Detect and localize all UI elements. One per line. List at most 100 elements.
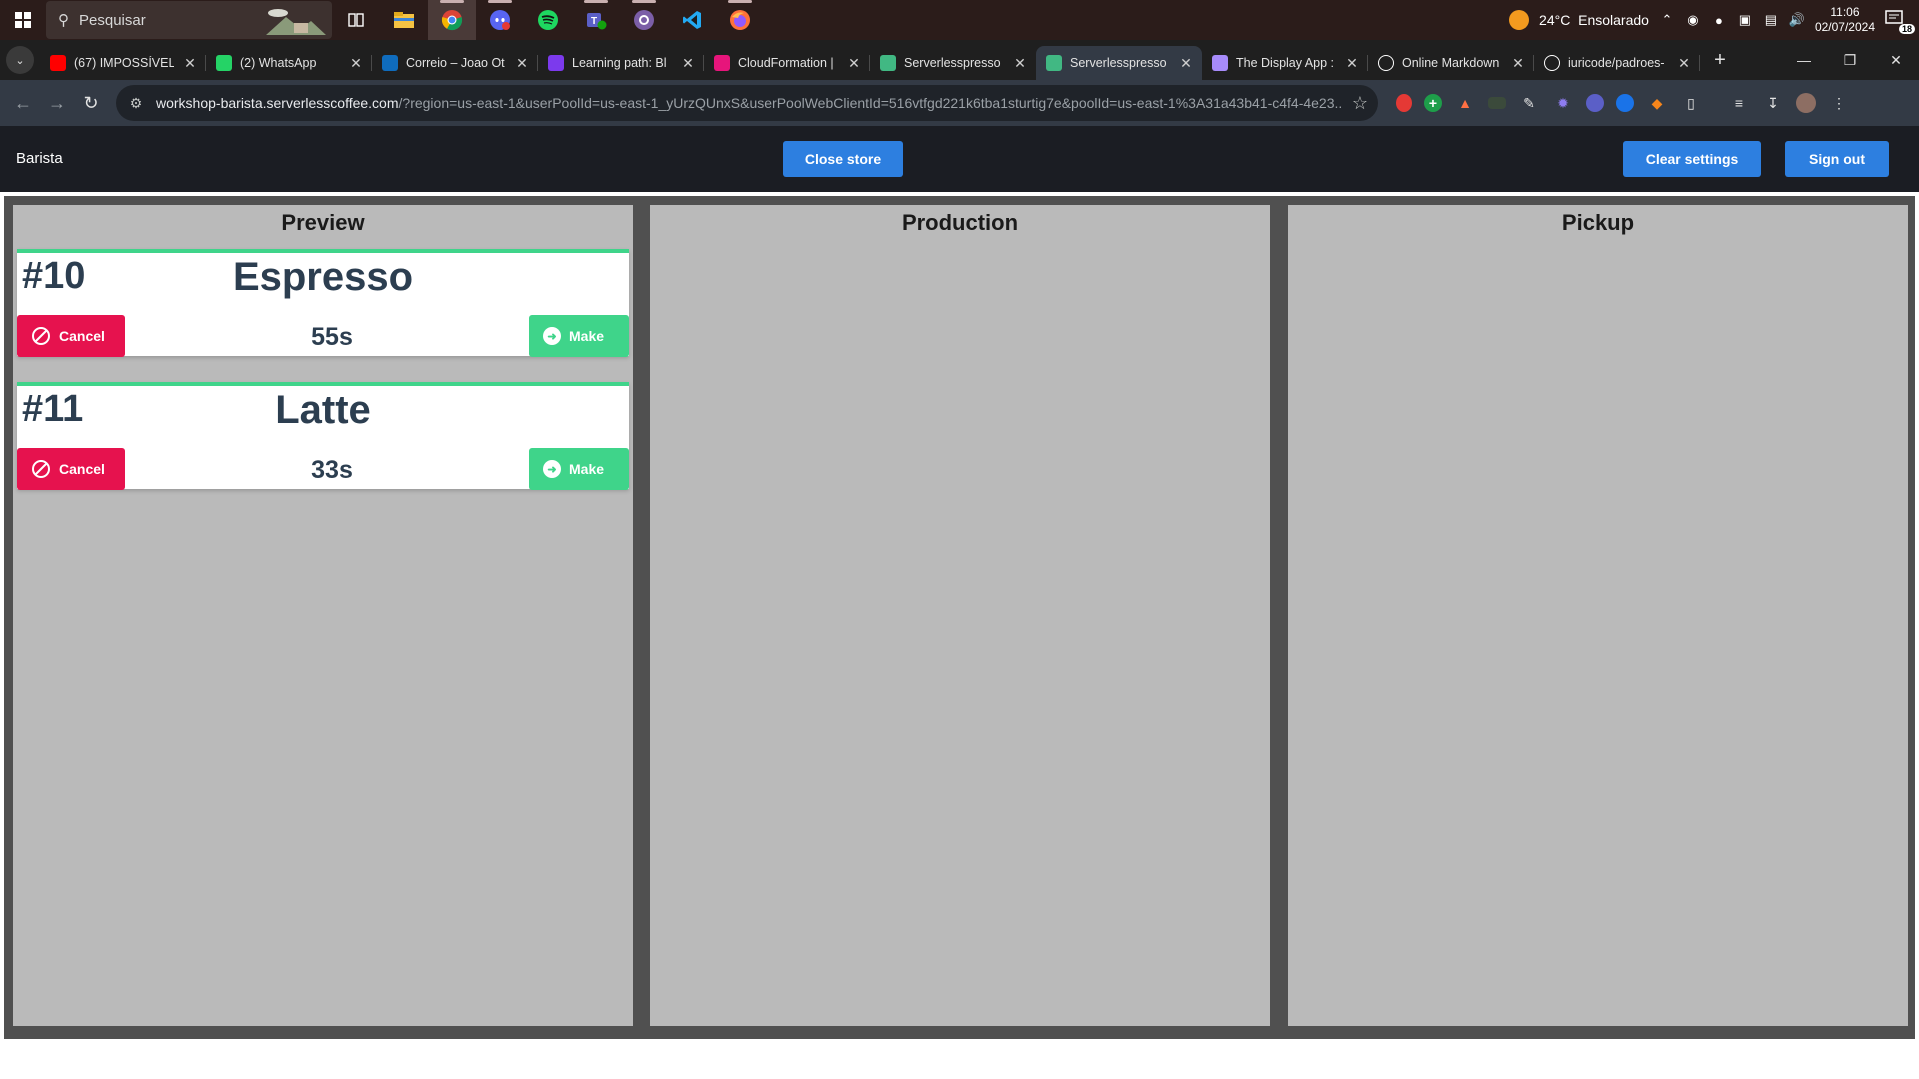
restore-icon[interactable]: ❐	[1827, 40, 1873, 80]
system-clock[interactable]: 11:06 02/07/2024	[1815, 5, 1875, 35]
circle-extension-icon[interactable]	[1586, 94, 1604, 112]
outlook-icon	[382, 55, 398, 71]
tab-title: The Display App :	[1236, 56, 1334, 70]
app-brand[interactable]: Barista	[16, 150, 63, 167]
browser-tab[interactable]: Learning path: Bl ✕	[538, 46, 704, 80]
gear-extension-icon[interactable]: ✹	[1552, 92, 1574, 114]
tab-title: Serverlesspresso V	[904, 56, 1004, 70]
close-tab-icon[interactable]: ✕	[846, 55, 862, 72]
address-url[interactable]: workshop-barista.serverlesscoffee.com/?r…	[156, 95, 1342, 111]
close-tab-icon[interactable]: ✕	[182, 55, 198, 72]
chrome-icon[interactable]	[428, 0, 476, 40]
browser-tab[interactable]: (2) WhatsApp ✕	[206, 46, 372, 80]
browser-tab[interactable]: Serverlesspresso V ✕	[870, 46, 1036, 80]
browser-tab[interactable]: The Display App : ✕	[1202, 46, 1368, 80]
discord-icon[interactable]	[476, 0, 524, 40]
preview-column-title: Preview	[281, 210, 365, 235]
tab-extension-icon[interactable]	[1488, 97, 1506, 109]
make-button[interactable]: ➜ Make	[529, 315, 629, 357]
teams-icon[interactable]: T	[572, 0, 620, 40]
fire-extension-icon[interactable]: ▲	[1454, 92, 1476, 114]
search-icon: ⚲	[58, 12, 69, 29]
github-desktop-icon[interactable]	[620, 0, 668, 40]
address-bar[interactable]: ⚙ workshop-barista.serverlesscoffee.com/…	[116, 85, 1378, 121]
close-tab-icon[interactable]: ✕	[348, 55, 364, 72]
close-tab-icon[interactable]: ✕	[1178, 55, 1194, 72]
adblock-extension-icon[interactable]	[1396, 94, 1412, 112]
app-header: Barista Close store Clear settings Sign …	[0, 126, 1919, 192]
make-label: Make	[569, 461, 605, 477]
firefox-icon[interactable]	[716, 0, 764, 40]
production-column: Production	[650, 205, 1270, 1026]
avatar[interactable]	[1796, 93, 1816, 113]
clock-time: 11:06	[1830, 5, 1860, 19]
new-tab-icon[interactable]: +	[1704, 49, 1736, 72]
tab-title: Online Markdown	[1402, 56, 1500, 70]
close-tab-icon[interactable]: ✕	[1012, 55, 1028, 72]
cloudformation-icon	[714, 55, 730, 71]
screen-share-icon[interactable]: ▣	[1737, 12, 1753, 28]
close-store-button[interactable]: Close store	[783, 141, 903, 177]
tab-title: iuricode/padroes-	[1568, 56, 1665, 70]
spotify-icon[interactable]	[524, 0, 572, 40]
vscode-icon[interactable]	[668, 0, 716, 40]
make-label: Make	[569, 328, 605, 344]
browser-tab[interactable]: Online Markdown ✕	[1368, 46, 1534, 80]
add-extension-icon[interactable]: +	[1424, 94, 1442, 112]
back-icon[interactable]: ←	[6, 86, 40, 120]
reload-icon[interactable]: ↻	[74, 86, 108, 120]
tab-title: (2) WhatsApp	[240, 56, 317, 70]
order-board: Preview Espresso #10 Cancel 55s ➜ Make L…	[4, 196, 1915, 1039]
eyedropper-extension-icon[interactable]: ✎	[1518, 92, 1540, 114]
close-tab-icon[interactable]: ✕	[1344, 55, 1360, 72]
sign-out-button[interactable]: Sign out	[1785, 141, 1889, 177]
search-highlight-art-icon	[266, 9, 326, 35]
forward-icon[interactable]: →	[40, 86, 74, 120]
extensions-puzzle-icon[interactable]: ▯	[1680, 92, 1702, 114]
preview-column: Preview Espresso #10 Cancel 55s ➜ Make L…	[13, 205, 633, 1026]
taskbar-search[interactable]: ⚲ Pesquisar	[46, 1, 332, 39]
clear-settings-button[interactable]: Clear settings	[1623, 141, 1761, 177]
file-explorer-icon[interactable]	[380, 0, 428, 40]
close-tab-icon[interactable]: ✕	[680, 55, 696, 72]
site-info-icon[interactable]: ⚙	[126, 95, 146, 112]
minimize-icon[interactable]: —	[1781, 40, 1827, 80]
youtube-icon	[50, 55, 66, 71]
chrome-menu-icon[interactable]: ⋮	[1828, 92, 1850, 114]
arrow-right-icon: ➜	[543, 460, 561, 478]
tab-title: Learning path: Bl	[572, 56, 667, 70]
browser-tab[interactable]: Correio – Joao Ot ✕	[372, 46, 538, 80]
close-tab-icon[interactable]: ✕	[1510, 55, 1526, 72]
weather-sun-icon[interactable]	[1509, 10, 1530, 30]
browser-tab[interactable]: CloudFormation | ✕	[704, 46, 870, 80]
tab-search-icon[interactable]: ⌄	[6, 46, 34, 74]
weather-text[interactable]: 24°C Ensolarado	[1539, 12, 1649, 28]
url-host: workshop-barista.serverlesscoffee.com	[156, 95, 399, 111]
media-control-icon[interactable]: ≡	[1728, 92, 1750, 114]
make-button[interactable]: ➜ Make	[529, 448, 629, 490]
browser-tab[interactable]: Serverlesspresso V ✕	[1036, 46, 1202, 80]
chevron-up-icon[interactable]: ⌃	[1659, 12, 1675, 28]
github-icon	[1544, 55, 1560, 71]
fox-extension-icon[interactable]: ◆	[1646, 92, 1668, 114]
order-number: #11	[22, 388, 84, 430]
microphone-icon[interactable]: ●	[1711, 12, 1727, 28]
volume-icon[interactable]: 🔊	[1789, 12, 1805, 28]
download-icon[interactable]: ↧	[1762, 92, 1784, 114]
sync-extension-icon[interactable]	[1616, 94, 1634, 112]
order-number: #10	[22, 255, 86, 297]
close-window-icon[interactable]: ✕	[1873, 40, 1919, 80]
notifications-icon[interactable]: 18	[1885, 10, 1915, 34]
close-tab-icon[interactable]: ✕	[514, 55, 530, 72]
bookmark-star-icon[interactable]: ☆	[1352, 93, 1368, 114]
pickup-column: Pickup	[1288, 205, 1908, 1026]
vue-icon	[1046, 55, 1062, 71]
browser-tab[interactable]: iuricode/padroes- ✕	[1534, 46, 1700, 80]
task-view-icon[interactable]	[332, 0, 380, 40]
close-tab-icon[interactable]: ✕	[1676, 55, 1692, 72]
camera-icon[interactable]: ◉	[1685, 12, 1701, 28]
browser-tab[interactable]: (67) IMPOSSÍVEL T ✕	[40, 46, 206, 80]
page-bottom	[0, 1039, 1919, 1079]
windows-start-icon[interactable]	[0, 0, 46, 40]
network-icon[interactable]: ▤	[1763, 12, 1779, 28]
